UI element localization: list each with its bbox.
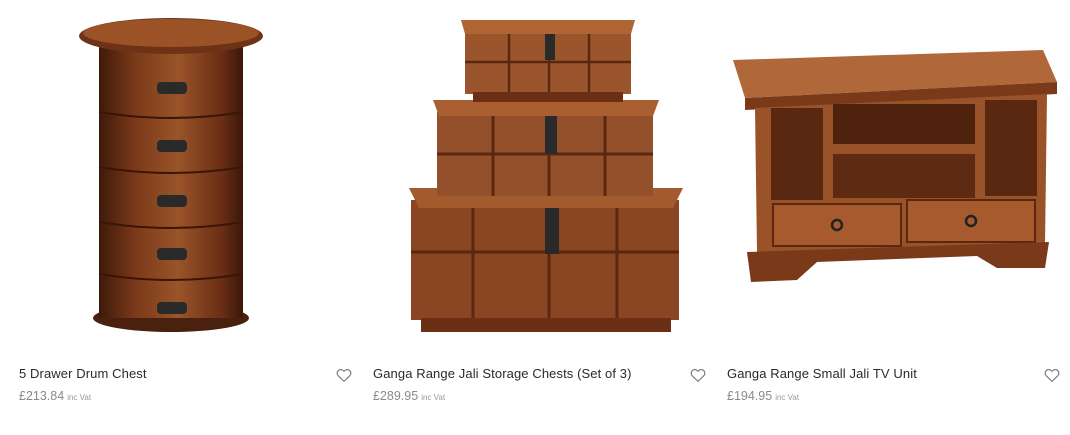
product-card[interactable]: Ganga Range Small Jali TV Unit £194.95 in…	[727, 12, 1061, 416]
heart-outline-icon[interactable]	[689, 366, 707, 384]
price-value: £194.95	[727, 389, 773, 403]
product-price: £194.95 inc Vat	[727, 389, 799, 403]
storage-chests-illustration	[373, 12, 707, 346]
product-card[interactable]: Ganga Range Jali Storage Chests (Set of …	[373, 12, 707, 416]
vat-label: inc Vat	[775, 393, 800, 402]
price-value: £289.95	[373, 389, 419, 403]
tv-unit-illustration	[727, 12, 1061, 346]
product-price: £289.95 inc Vat	[373, 389, 445, 403]
drum-chest-illustration	[19, 12, 353, 346]
product-meta: Ganga Range Small Jali TV Unit £194.95 in…	[727, 346, 1061, 416]
product-image[interactable]	[727, 12, 1061, 346]
product-meta: 5 Drawer Drum Chest £213.84 inc Vat	[19, 346, 353, 416]
vat-label: inc Vat	[421, 393, 446, 402]
product-meta: Ganga Range Jali Storage Chests (Set of …	[373, 346, 707, 416]
product-title[interactable]: 5 Drawer Drum Chest	[19, 366, 147, 381]
product-title[interactable]: Ganga Range Small Jali TV Unit	[727, 366, 917, 381]
product-image[interactable]	[373, 12, 707, 346]
heart-outline-icon[interactable]	[335, 366, 353, 384]
vat-label: inc Vat	[67, 393, 92, 402]
product-image[interactable]	[19, 12, 353, 346]
product-card[interactable]: 5 Drawer Drum Chest £213.84 inc Vat	[19, 12, 353, 416]
product-title[interactable]: Ganga Range Jali Storage Chests (Set of …	[373, 366, 632, 381]
product-price: £213.84 inc Vat	[19, 389, 91, 403]
price-value: £213.84	[19, 389, 65, 403]
product-grid: 5 Drawer Drum Chest £213.84 inc Vat Gang…	[19, 12, 1061, 416]
heart-outline-icon[interactable]	[1043, 366, 1061, 384]
